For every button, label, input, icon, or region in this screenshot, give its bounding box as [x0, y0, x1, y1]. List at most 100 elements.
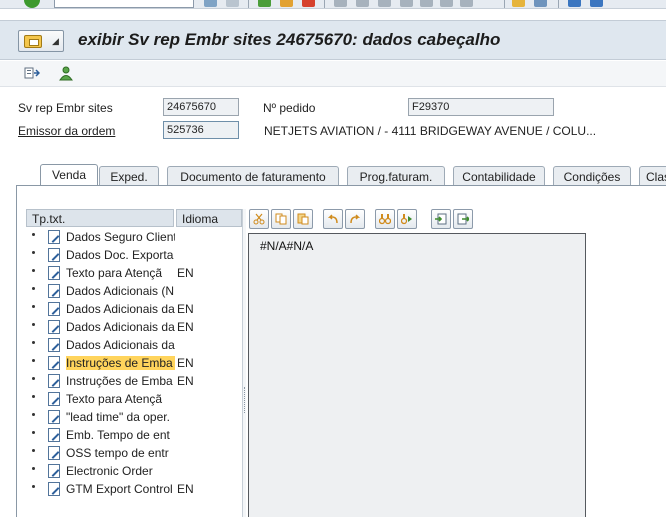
find-next-icon[interactable]	[378, 0, 391, 7]
find-next-icon	[401, 214, 412, 225]
bullet-icon	[32, 305, 35, 308]
text-editor[interactable]: #N/A#N/A	[248, 233, 586, 517]
undo-icon	[327, 214, 338, 224]
tree-row-language: EN	[177, 482, 194, 496]
tree-row-language: EN	[177, 302, 194, 316]
tree-row-text: Instruções de Emba	[66, 374, 173, 388]
bullet-icon	[32, 233, 35, 236]
find-next-button[interactable]	[397, 209, 417, 229]
tab-clas[interactable]: Clas	[639, 166, 666, 186]
tree-row[interactable]: "lead time" da oper.	[26, 409, 242, 427]
edit-text-icon	[48, 464, 60, 478]
help-icon[interactable]	[568, 0, 581, 7]
bullet-icon	[32, 467, 35, 470]
po-number-field[interactable]: F29370	[408, 98, 554, 116]
column-header-language[interactable]: Idioma	[176, 209, 242, 227]
edit-text-icon	[48, 320, 60, 334]
chevron-down-icon: ◢	[52, 36, 59, 46]
issuer-field[interactable]: 525736	[163, 121, 239, 139]
bullet-icon	[32, 341, 35, 344]
settings-icon[interactable]	[590, 0, 603, 7]
shortcut-icon[interactable]	[534, 0, 547, 7]
editor-toolbar	[247, 207, 666, 231]
binoculars-icon	[379, 214, 391, 225]
tree-row[interactable]: Instruções de Emba EN	[26, 373, 242, 391]
tree-row-selected[interactable]: Instruções de Emba EN	[26, 355, 242, 373]
export-icon	[457, 213, 469, 225]
edit-text-icon	[48, 302, 60, 316]
column-header-text-type[interactable]: Tp.txt.	[26, 209, 174, 227]
edit-text-icon	[48, 230, 60, 244]
save-icon[interactable]	[226, 0, 239, 7]
tree-row[interactable]: OSS tempo de entr	[26, 445, 242, 463]
edit-text-icon	[48, 284, 60, 298]
paste-button[interactable]	[293, 209, 313, 229]
new-session-icon[interactable]	[512, 0, 525, 7]
tab-prog-faturam[interactable]: Prog.faturam.	[347, 166, 445, 186]
edit-text-icon	[48, 392, 60, 406]
edit-text-icon	[48, 428, 60, 442]
cut-button[interactable]	[249, 209, 269, 229]
copy-button[interactable]	[271, 209, 291, 229]
tab-contabilidade[interactable]: Contabilidade	[453, 166, 545, 186]
tree-row[interactable]: Dados Doc. Exporta	[26, 247, 242, 265]
tree-row[interactable]: Dados Adicionais da	[26, 337, 242, 355]
tree-row[interactable]: Dados Adicionais da EN	[26, 301, 242, 319]
tree-row[interactable]: GTM Export Control EN	[26, 481, 242, 499]
bullet-icon	[32, 323, 35, 326]
tree-row-text: Dados Adicionais da	[66, 320, 175, 334]
command-field[interactable]	[54, 0, 194, 8]
tree-row[interactable]: Emb. Tempo de ent	[26, 427, 242, 445]
issuer-label[interactable]: Emissor da ordem	[18, 124, 115, 138]
last-page-icon[interactable]	[460, 0, 473, 7]
tab-venda[interactable]: Venda	[40, 164, 98, 187]
tab-condicoes[interactable]: Condições	[553, 166, 631, 186]
bullet-icon	[32, 413, 35, 416]
tree-row[interactable]: Dados Adicionais (N	[26, 283, 242, 301]
prev-page-icon[interactable]	[420, 0, 433, 7]
bullet-icon	[32, 395, 35, 398]
print-icon[interactable]	[334, 0, 347, 7]
next-page-icon[interactable]	[440, 0, 453, 7]
tab-documento-faturamento[interactable]: Documento de faturamento	[167, 166, 339, 186]
bullet-icon	[32, 359, 35, 362]
tree-row[interactable]: Dados Seguro Client	[26, 229, 242, 247]
find-button[interactable]	[375, 209, 395, 229]
tree-row[interactable]: Texto para Atençã	[26, 391, 242, 409]
title-bar: ◢ exibir Sv rep Embr sites 24675670: dad…	[0, 20, 666, 60]
cancel-icon[interactable]	[302, 0, 315, 7]
find-icon[interactable]	[356, 0, 369, 7]
tree-row[interactable]: Texto para Atençã EN	[26, 265, 242, 283]
tree-row[interactable]: Dados Adicionais da EN	[26, 319, 242, 337]
first-page-icon[interactable]	[400, 0, 413, 7]
page-title: exibir Sv rep Embr sites 24675670: dados…	[78, 30, 501, 49]
tree-row-language: EN	[177, 266, 194, 280]
bullet-icon	[32, 269, 35, 272]
command-dropdown-icon[interactable]: ▾	[180, 0, 185, 1]
undo-button[interactable]	[323, 209, 343, 229]
tab-exped[interactable]: Exped.	[99, 166, 159, 186]
tree-row[interactable]: Electronic Order	[26, 463, 242, 481]
back-icon[interactable]	[258, 0, 271, 7]
bullet-icon	[32, 431, 35, 434]
enter-icon[interactable]	[24, 0, 40, 8]
application-toolbar	[0, 61, 666, 87]
tree-row-text: Dados Adicionais (N	[66, 284, 175, 298]
redo-button[interactable]	[345, 209, 365, 229]
document-flow-icon[interactable]	[24, 65, 40, 81]
splitter-grip-icon	[244, 387, 246, 413]
edit-text-icon	[48, 482, 60, 496]
pane-splitter[interactable]	[242, 209, 246, 517]
partner-icon[interactable]	[58, 65, 74, 81]
import-button[interactable]	[431, 209, 451, 229]
export-button[interactable]	[453, 209, 473, 229]
tree-row-text: Instruções de Emba	[66, 356, 175, 370]
history-icon[interactable]	[204, 0, 217, 7]
issuer-name: NETJETS AVIATION / - 4111 BRIDGEWAY AVEN…	[264, 124, 597, 138]
cut-icon	[253, 213, 265, 225]
edit-text-icon	[48, 446, 60, 460]
doc-number-field[interactable]: 24675670	[163, 98, 239, 116]
menu-button[interactable]: ◢	[18, 30, 64, 52]
paste-icon	[297, 213, 309, 225]
exit-icon[interactable]	[280, 0, 293, 7]
